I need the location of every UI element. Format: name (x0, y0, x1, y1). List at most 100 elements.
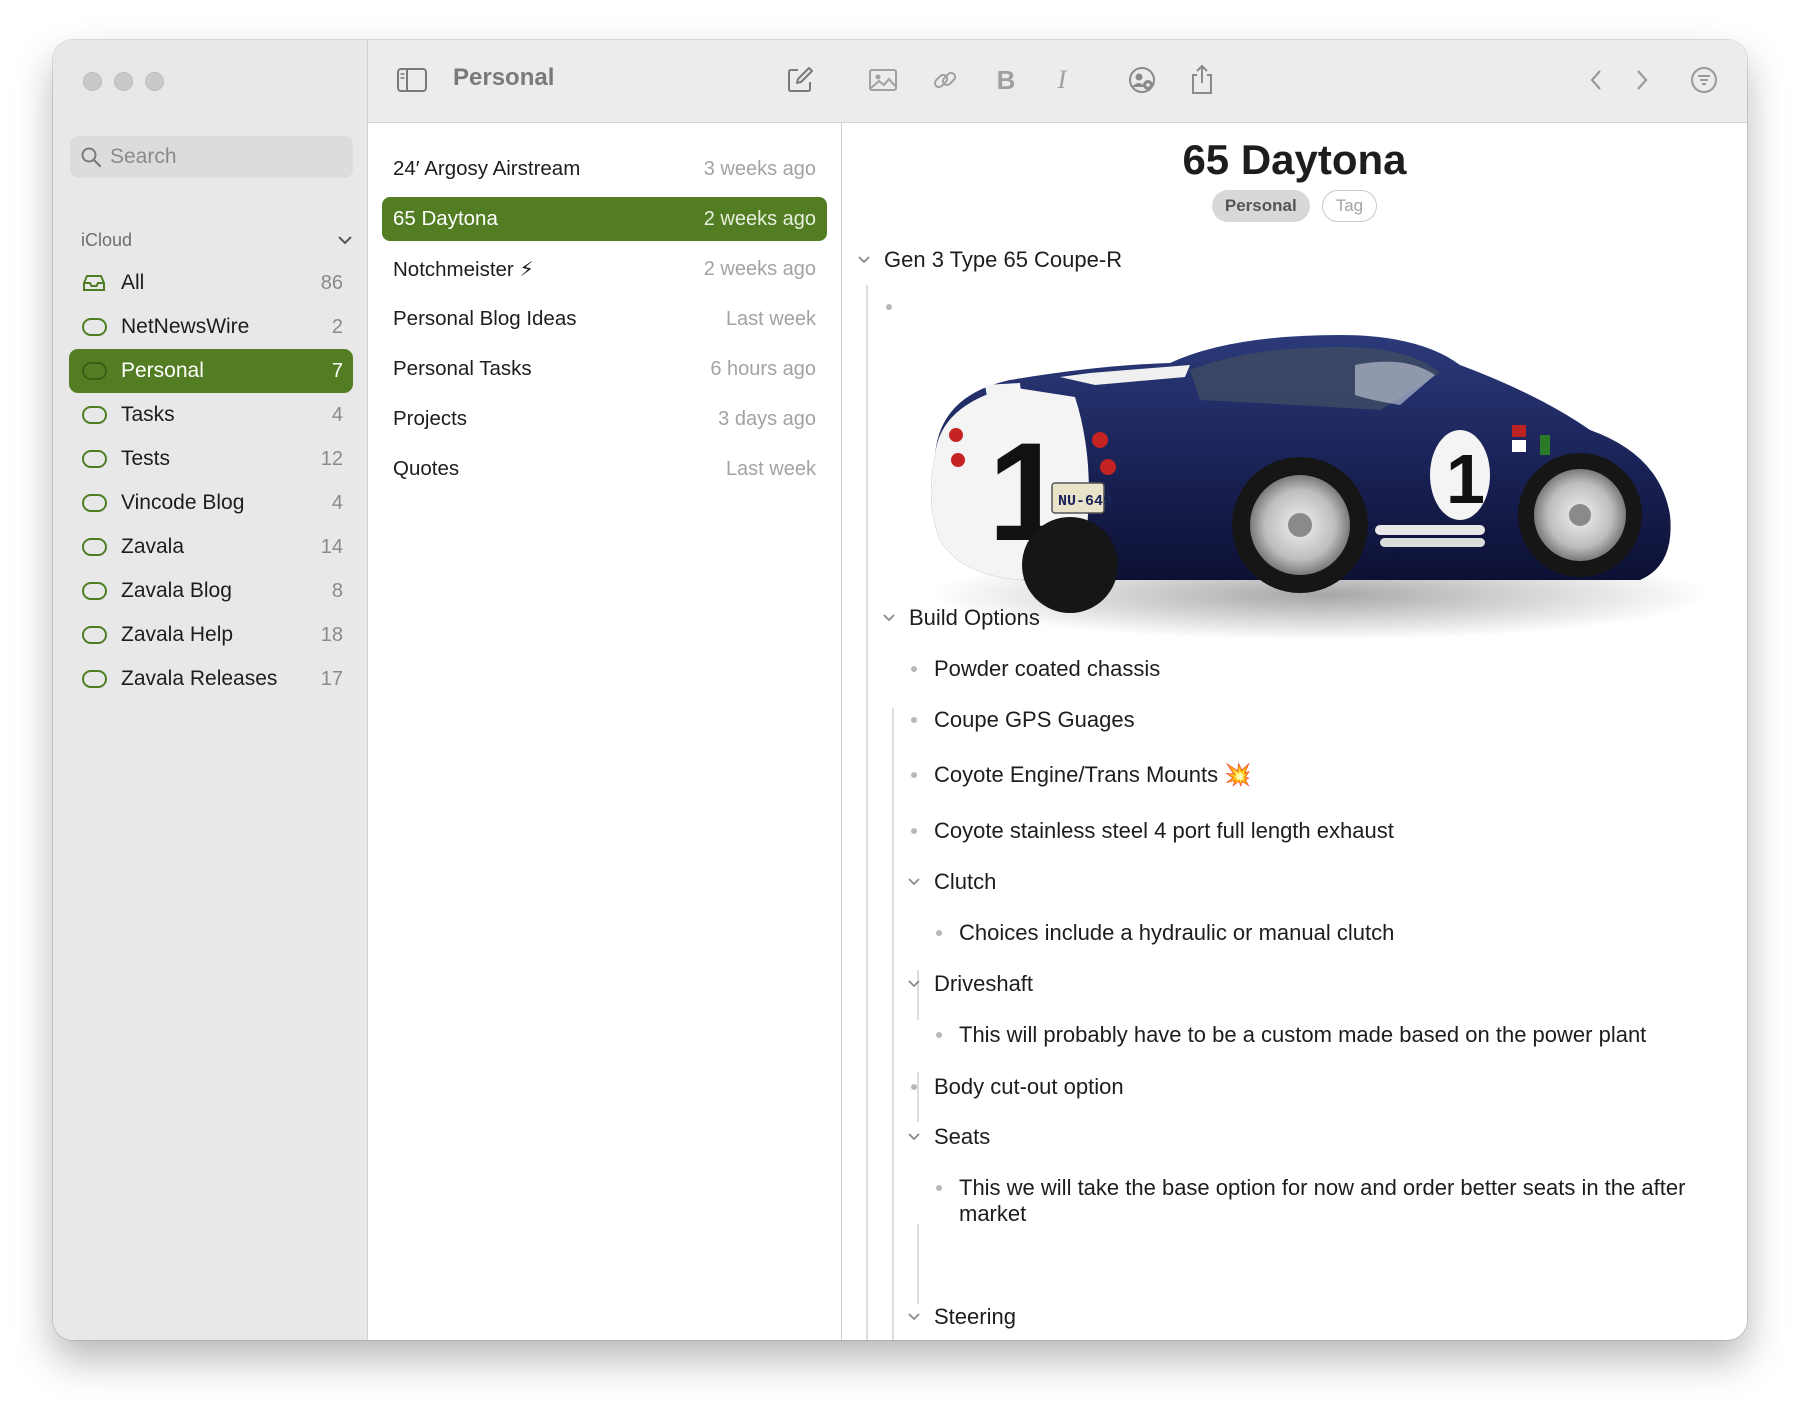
tag-pill-icon (81, 405, 107, 425)
tag-pill-icon (81, 493, 107, 513)
outline-row[interactable]: Build Options (879, 605, 1040, 631)
outline-text[interactable]: Seats (934, 1124, 990, 1150)
chevron-down-icon[interactable] (904, 869, 924, 895)
sidebar-item-vincode-blog[interactable]: Vincode Blog 4 (69, 481, 353, 525)
note-date: Last week (725, 307, 816, 330)
icloud-section-header[interactable]: iCloud (81, 228, 353, 252)
outline-text[interactable]: Coyote Engine/Trans Mounts 💥 (934, 762, 1252, 788)
sidebar-item-label: Vincode Blog (121, 491, 245, 514)
sidebar-item-tasks[interactable]: Tasks 4 (69, 393, 353, 437)
outline-row[interactable]: Coyote stainless steel 4 port full lengt… (904, 818, 1394, 844)
note-row-selected[interactable]: 65 Daytona 2 weeks ago (382, 197, 827, 241)
note-row[interactable]: Personal Blog Ideas Last week (382, 297, 827, 341)
outline: Gen 3 Type 65 Coupe-R 1 1 NU-649 Build O… (842, 40, 1747, 1340)
outline-text[interactable]: Driveshaft (934, 971, 1033, 997)
outline-row[interactable]: Clutch (904, 869, 996, 895)
outline-text[interactable]: Clutch (934, 869, 996, 895)
indent-guide (866, 285, 868, 1340)
search-field[interactable] (70, 136, 353, 178)
sidebar-item-count: 14 (320, 535, 343, 558)
note-title: Personal Tasks (393, 357, 532, 380)
note-row[interactable]: Personal Tasks 6 hours ago (382, 347, 827, 391)
note-row[interactable]: Quotes Last week (382, 447, 827, 491)
outline-row[interactable]: Gen 3 Type 65 Coupe-R (854, 247, 1122, 273)
bullet-icon (929, 1175, 949, 1201)
note-row[interactable]: Projects 3 days ago (382, 397, 827, 441)
outline-text[interactable]: Steering (934, 1304, 1016, 1330)
sidebar-item-count: 4 (331, 403, 343, 426)
bullet-icon (929, 920, 949, 946)
chevron-down-icon[interactable] (337, 234, 353, 246)
indent-guide (917, 1224, 919, 1304)
window-controls (83, 72, 164, 91)
outline-row[interactable]: Seats (904, 1124, 990, 1150)
zoom-window-button[interactable] (145, 72, 164, 91)
search-input[interactable] (110, 145, 340, 169)
sidebar-item-all[interactable]: All 86 (69, 261, 353, 305)
sidebar: iCloud All 86 NetNewsWire 2 Personal (53, 40, 368, 1340)
outline-text[interactable]: This will probably have to be a custom m… (959, 1022, 1646, 1048)
sidebar-item-zavala-help[interactable]: Zavala Help 18 (69, 613, 353, 657)
note-row[interactable]: 24′ Argosy Airstream 3 weeks ago (382, 147, 827, 191)
note-date: 2 weeks ago (703, 207, 816, 230)
outline-row[interactable] (879, 294, 909, 320)
section-label: iCloud (81, 229, 133, 250)
chevron-down-icon[interactable] (879, 605, 899, 631)
sidebar-item-count: 12 (320, 447, 343, 470)
outline-row[interactable]: Coupe GPS Guages (904, 707, 1135, 733)
note-date: 2 weeks ago (703, 257, 816, 280)
outline-text[interactable]: Coupe GPS Guages (934, 707, 1135, 733)
close-window-button[interactable] (83, 72, 102, 91)
outline-text[interactable]: Build Options (909, 605, 1040, 631)
bullet-icon (929, 1022, 949, 1048)
note-title: Personal Blog Ideas (393, 307, 577, 330)
outline-text[interactable]: This we will take the base option for no… (959, 1175, 1719, 1227)
note-date: 3 days ago (718, 407, 816, 430)
outline-text[interactable]: Coyote stainless steel 4 port full lengt… (934, 818, 1394, 844)
note-date: Last week (725, 457, 816, 480)
sidebar-item-label: Zavala Blog (121, 579, 232, 602)
sidebar-item-netnewswire[interactable]: NetNewsWire 2 (69, 305, 353, 349)
chevron-down-icon[interactable] (904, 971, 924, 997)
tag-pill-icon (81, 449, 107, 469)
outline-row[interactable]: Body cut-out option (904, 1074, 1124, 1100)
outline-text[interactable]: Body cut-out option (934, 1074, 1124, 1100)
note-list: 24′ Argosy Airstream 3 weeks ago 65 Dayt… (382, 147, 827, 497)
sidebar-item-tests[interactable]: Tests 12 (69, 437, 353, 481)
outline-text[interactable]: Gen 3 Type 65 Coupe-R (884, 247, 1122, 273)
outline-text[interactable]: Choices include a hydraulic or manual cl… (959, 920, 1394, 946)
sidebar-item-label: Tests (121, 447, 171, 470)
license-plate: NU-649 (1058, 493, 1112, 510)
chevron-down-icon[interactable] (904, 1124, 924, 1150)
minimize-window-button[interactable] (114, 72, 133, 91)
sidebar-item-count: 86 (320, 271, 343, 294)
note-date: 3 weeks ago (703, 157, 816, 180)
note-title: Projects (393, 407, 468, 430)
note-title: Notchmeister ⚡ (393, 257, 534, 281)
outline-row[interactable]: Steering (904, 1304, 1016, 1330)
sidebar-item-label: Zavala Releases (121, 667, 278, 690)
car-image[interactable]: 1 1 NU-649 (900, 325, 1718, 653)
outline-row[interactable]: Powder coated chassis (904, 656, 1160, 682)
outline-row[interactable]: Driveshaft (904, 971, 1033, 997)
sidebar-item-zavala-releases[interactable]: Zavala Releases 17 (69, 657, 353, 701)
sidebar-item-zavala[interactable]: Zavala 14 (69, 525, 353, 569)
outline-row[interactable]: This will probably have to be a custom m… (929, 1022, 1646, 1048)
tag-pill-icon (81, 361, 107, 381)
svg-text:1: 1 (1446, 440, 1485, 518)
outline-text[interactable]: Powder coated chassis (934, 656, 1160, 682)
tag-pill-icon (81, 581, 107, 601)
note-row[interactable]: Notchmeister ⚡ 2 weeks ago (382, 247, 827, 291)
compose-icon[interactable] (784, 64, 816, 96)
chevron-down-icon[interactable] (854, 247, 874, 273)
sidebar-item-label: Personal (121, 359, 204, 382)
sidebar-item-count: 2 (331, 315, 343, 338)
outline-row[interactable]: Coyote Engine/Trans Mounts 💥 (904, 762, 1252, 788)
sidebar-item-count: 18 (320, 623, 343, 646)
outline-row[interactable]: This we will take the base option for no… (929, 1175, 1719, 1227)
outline-row[interactable]: Choices include a hydraulic or manual cl… (929, 920, 1394, 946)
sidebar-item-zavala-blog[interactable]: Zavala Blog 8 (69, 569, 353, 613)
chevron-down-icon[interactable] (904, 1304, 924, 1330)
sidebar-item-personal[interactable]: Personal 7 (69, 349, 353, 393)
sidebar-toggle-icon[interactable] (396, 64, 428, 96)
